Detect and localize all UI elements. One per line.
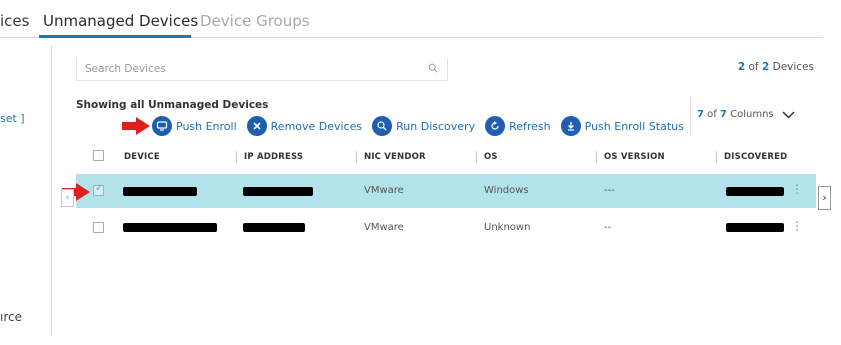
refresh-icon [485, 116, 506, 136]
redacted-ip-address [243, 223, 305, 232]
redacted-device-name [123, 223, 217, 232]
panel-divider [51, 46, 52, 336]
cell-os-version: -- [604, 222, 612, 233]
push-enroll-status-button[interactable]: Push Enroll Status [560, 116, 684, 136]
row-checkbox[interactable] [93, 183, 104, 196]
redacted-discovered [726, 187, 784, 196]
run-discovery-label: Run Discovery [396, 119, 476, 133]
device-count-suffix: Devices [769, 61, 814, 73]
columns-divider [690, 96, 691, 136]
remove-devices-button[interactable]: Remove Devices [246, 116, 363, 136]
column-separator [236, 151, 237, 163]
tab-devices-partial[interactable]: ices [0, 12, 29, 30]
redacted-device-name [123, 187, 197, 196]
column-separator [716, 151, 717, 163]
cell-nic-vendor: VMware [364, 185, 404, 196]
search-input[interactable] [85, 63, 439, 75]
run-discovery-button[interactable]: Run Discovery [372, 116, 475, 136]
columns-shown: 7 [697, 109, 704, 120]
column-header-nic-vendor[interactable]: NIC VENDOR [364, 152, 426, 162]
tab-bar: ices Unmanaged Devices Device Groups [0, 8, 822, 38]
remove-devices-label: Remove Devices [270, 119, 363, 133]
columns-selector[interactable]: 7 of 7 Columns [697, 109, 795, 120]
search-box [76, 58, 448, 81]
download-icon [560, 116, 581, 136]
row-checkbox[interactable] [93, 222, 104, 233]
action-toolbar: Push Enroll Remove Devices Run Discovery… [152, 115, 684, 137]
columns-suffix: Columns [726, 109, 774, 120]
column-header-ip-address[interactable]: IP ADDRESS [244, 152, 303, 162]
refresh-label: Refresh [509, 119, 551, 133]
row-menu-icon[interactable]: ⋮ [791, 183, 803, 195]
scroll-right-button[interactable]: › [818, 186, 831, 210]
tab-device-groups[interactable]: Device Groups [200, 12, 310, 30]
refresh-button[interactable]: Refresh [485, 116, 551, 136]
push-enroll-status-label: Push Enroll Status [584, 119, 684, 133]
annotation-arrow-icon [122, 117, 150, 135]
columns-of: of [703, 109, 720, 120]
column-separator [596, 151, 597, 163]
column-header-os[interactable]: OS [484, 152, 498, 162]
column-header-device[interactable]: DEVICE [124, 152, 160, 162]
push-enroll-label: Push Enroll [176, 119, 237, 133]
column-header-discovered[interactable]: DISCOVERED [724, 152, 787, 162]
cell-nic-vendor: VMware [364, 222, 404, 233]
row-menu-icon[interactable]: ⋮ [791, 220, 803, 232]
tab-unmanaged-devices[interactable]: Unmanaged Devices [43, 12, 198, 30]
table-row[interactable]: VMware Unknown -- ⋮ [76, 211, 816, 245]
column-separator [476, 151, 477, 163]
source-label: ırce [0, 310, 22, 324]
cell-os: Windows [484, 185, 529, 196]
columns-total: 7 [719, 109, 727, 120]
columns-count: 7 of 7 Columns [697, 109, 774, 120]
discovery-icon [372, 116, 393, 136]
cell-os: Unknown [484, 222, 531, 233]
redacted-discovered [726, 223, 784, 232]
section-title: Showing all Unmanaged Devices [76, 99, 269, 111]
column-separator [356, 151, 357, 163]
column-header-os-version[interactable]: OS VERSION [604, 152, 665, 162]
push-enroll-icon [152, 116, 172, 136]
redacted-ip-address [243, 187, 313, 196]
active-tab-indicator [39, 35, 191, 38]
device-count-of: of [745, 61, 762, 73]
reset-link[interactable]: set ] [0, 112, 25, 125]
scroll-left-button[interactable]: ‹ [61, 189, 74, 207]
cell-os-version: --- [604, 185, 615, 196]
chevron-down-icon[interactable] [782, 110, 795, 119]
search-icon[interactable] [428, 63, 438, 73]
table-row[interactable]: VMware Windows --- ⋮ [76, 174, 816, 208]
remove-icon [246, 116, 267, 136]
device-count: 2 of 2 Devices [738, 61, 814, 73]
push-enroll-button[interactable]: Push Enroll [152, 116, 237, 136]
table-header: DEVICE IP ADDRESS NIC VENDOR OS OS VERSI… [86, 148, 816, 168]
